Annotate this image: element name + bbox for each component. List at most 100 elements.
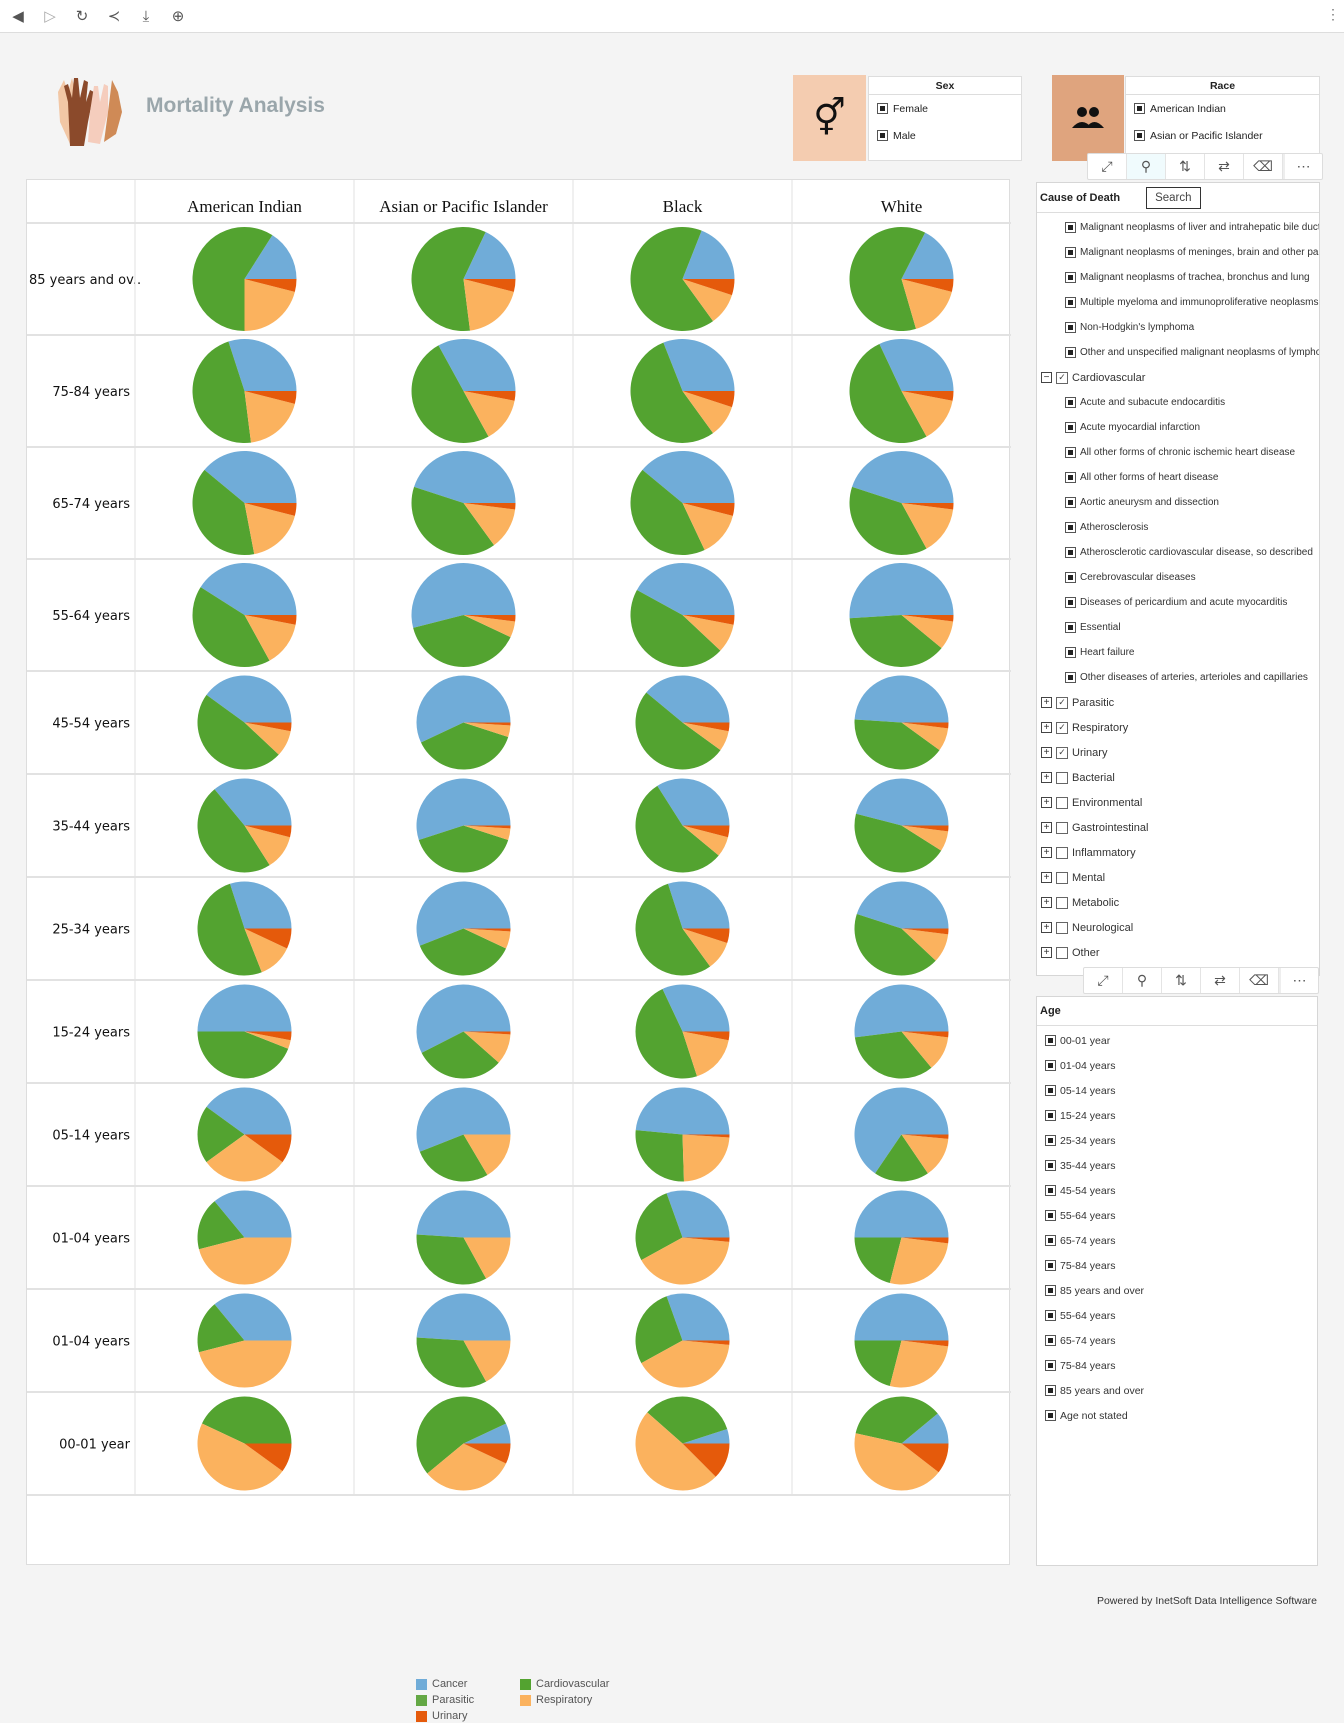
pie-slice-cancer[interactable] — [197, 984, 292, 1032]
checkbox[interactable] — [1065, 622, 1076, 633]
checkbox[interactable] — [1065, 597, 1076, 608]
age-option[interactable]: 75-84 years — [1045, 1353, 1317, 1378]
forward-icon[interactable]: ▷ — [40, 6, 60, 26]
tree-item[interactable]: + ✓ Respiratory — [1037, 715, 1319, 740]
more-icon[interactable]: ⋮ — [1326, 6, 1340, 23]
age-option[interactable]: 25-34 years — [1045, 1128, 1317, 1153]
age-option[interactable]: Age not stated — [1045, 1403, 1317, 1428]
tree-item[interactable]: Essential — [1037, 615, 1319, 640]
pie-slice-cancer[interactable] — [854, 1190, 949, 1238]
tree-item[interactable]: + Mental — [1037, 865, 1319, 890]
checkbox[interactable] — [1045, 1285, 1056, 1296]
checkbox[interactable] — [1056, 871, 1068, 884]
collapse-icon[interactable]: − — [1041, 372, 1052, 383]
race-option-asian-pacific[interactable]: Asian or Pacific Islander — [1126, 122, 1319, 149]
checkbox[interactable] — [1134, 103, 1145, 114]
checkbox[interactable] — [1065, 522, 1076, 533]
pie-slice-cardiovascular[interactable] — [635, 1130, 684, 1182]
checkbox[interactable] — [1045, 1110, 1056, 1121]
sort-icon[interactable]: ⇅ — [1166, 154, 1205, 179]
checkbox[interactable] — [1065, 572, 1076, 583]
checkbox[interactable] — [1065, 547, 1076, 558]
tree-item[interactable]: + ✓ Parasitic — [1037, 690, 1319, 715]
search-icon[interactable]: ⚲ — [1127, 154, 1166, 179]
tree-item[interactable]: Malignant neoplasms of meninges, brain a… — [1037, 240, 1319, 265]
checkbox[interactable] — [1056, 846, 1068, 859]
checkbox[interactable] — [1045, 1335, 1056, 1346]
expand-icon[interactable]: + — [1041, 847, 1052, 858]
checkbox[interactable] — [1065, 497, 1076, 508]
checkbox[interactable] — [1056, 946, 1068, 959]
tree-item[interactable]: + Neurological — [1037, 915, 1319, 940]
checkbox[interactable] — [1065, 472, 1076, 483]
tree-item[interactable]: + Environmental — [1037, 790, 1319, 815]
checkbox[interactable]: ✓ — [1056, 721, 1068, 734]
checkbox[interactable]: ✓ — [1056, 696, 1068, 709]
toggle-icon[interactable]: ⇄ — [1201, 968, 1240, 993]
more-options-icon[interactable]: ⋯ — [1283, 154, 1322, 179]
checkbox[interactable] — [1065, 672, 1076, 683]
checkbox[interactable] — [1045, 1135, 1056, 1146]
pie-slice-cancer[interactable] — [416, 1190, 511, 1238]
checkbox[interactable] — [1065, 247, 1076, 258]
tree-item[interactable]: Cerebrovascular diseases — [1037, 565, 1319, 590]
tree-item[interactable]: + Bacterial — [1037, 765, 1319, 790]
tree-item[interactable]: − ✓ Cardiovascular — [1037, 365, 1319, 390]
pie-slice-respiratory[interactable] — [682, 1134, 730, 1182]
tree-item[interactable]: Atherosclerosis — [1037, 515, 1319, 540]
checkbox[interactable] — [877, 103, 888, 114]
tree-item[interactable]: All other forms of chronic ischemic hear… — [1037, 440, 1319, 465]
tree-item[interactable]: Heart failure — [1037, 640, 1319, 665]
expand-icon[interactable]: + — [1041, 872, 1052, 883]
pie-slice-cancer[interactable] — [635, 1087, 730, 1135]
tree-item[interactable]: Acute and subacute endocarditis — [1037, 390, 1319, 415]
checkbox[interactable] — [1045, 1035, 1056, 1046]
checkbox[interactable] — [1045, 1185, 1056, 1196]
refresh-icon[interactable]: ↻ — [72, 6, 92, 26]
tree-item[interactable]: Malignant neoplasms of trachea, bronchus… — [1037, 265, 1319, 290]
age-option[interactable]: 85 years and over — [1045, 1378, 1317, 1403]
tree-item[interactable]: Aortic aneurysm and dissection — [1037, 490, 1319, 515]
checkbox[interactable] — [1065, 647, 1076, 658]
zoom-in-icon[interactable]: ⊕ — [168, 6, 188, 26]
checkbox[interactable] — [1045, 1060, 1056, 1071]
expand-icon[interactable]: + — [1041, 772, 1052, 783]
tree-item[interactable]: + Other — [1037, 940, 1319, 965]
checkbox[interactable] — [1056, 896, 1068, 909]
checkbox[interactable] — [1045, 1210, 1056, 1221]
checkbox[interactable] — [1134, 130, 1145, 141]
download-icon[interactable]: ⤓ — [136, 6, 156, 26]
checkbox[interactable] — [1045, 1310, 1056, 1321]
checkbox[interactable] — [1056, 796, 1068, 809]
pie-slice-cancer[interactable] — [854, 1293, 949, 1341]
tree-item[interactable]: + Gastrointestinal — [1037, 815, 1319, 840]
checkbox[interactable] — [1056, 771, 1068, 784]
expand-icon[interactable]: + — [1041, 947, 1052, 958]
pie-slice-cancer[interactable] — [854, 675, 949, 723]
age-option[interactable]: 05-14 years — [1045, 1078, 1317, 1103]
expand-icon[interactable]: + — [1041, 797, 1052, 808]
checkbox[interactable] — [1045, 1235, 1056, 1246]
maximize-icon[interactable]: ⤢ — [1084, 968, 1123, 993]
checkbox[interactable] — [1065, 422, 1076, 433]
tree-item[interactable]: Other diseases of arteries, arterioles a… — [1037, 665, 1319, 690]
checkbox[interactable] — [1056, 821, 1068, 834]
expand-icon[interactable]: + — [1041, 922, 1052, 933]
checkbox[interactable] — [1045, 1385, 1056, 1396]
tree-item[interactable]: Malignant neoplasms of liver and intrahe… — [1037, 215, 1319, 240]
tree-item[interactable]: + Inflammatory — [1037, 840, 1319, 865]
tree-item[interactable]: Acute myocardial infarction — [1037, 415, 1319, 440]
back-icon[interactable]: ◀︎ — [8, 6, 28, 26]
tree-item[interactable]: Multiple myeloma and immunoproliferative… — [1037, 290, 1319, 315]
expand-icon[interactable]: + — [1041, 747, 1052, 758]
share-icon[interactable]: ≺ — [104, 6, 124, 26]
toggle-icon[interactable]: ⇄ — [1205, 154, 1244, 179]
expand-icon[interactable]: + — [1041, 697, 1052, 708]
age-option[interactable]: 55-64 years — [1045, 1203, 1317, 1228]
checkbox[interactable] — [1065, 397, 1076, 408]
checkbox[interactable] — [1065, 322, 1076, 333]
sort-icon[interactable]: ⇅ — [1162, 968, 1201, 993]
pie-slice-cancer[interactable] — [416, 1293, 511, 1341]
checkbox[interactable] — [1045, 1260, 1056, 1271]
age-option[interactable]: 45-54 years — [1045, 1178, 1317, 1203]
